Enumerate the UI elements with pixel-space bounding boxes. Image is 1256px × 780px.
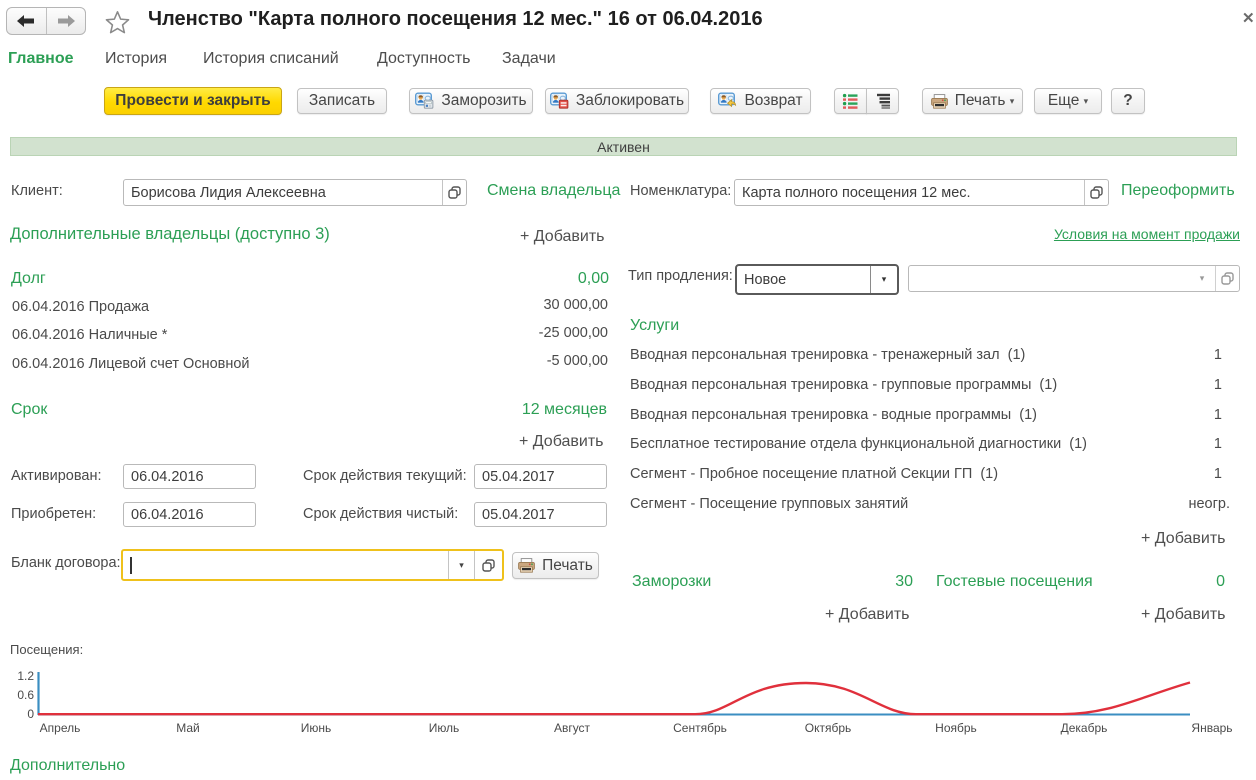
svg-text:0.6: 0.6 xyxy=(17,688,34,702)
svg-text:Сентябрь: Сентябрь xyxy=(673,721,727,735)
svg-text:Апрель: Апрель xyxy=(40,721,81,735)
svg-text:Ноябрь: Ноябрь xyxy=(935,721,977,735)
svg-text:1.2: 1.2 xyxy=(17,669,34,683)
svg-text:Июль: Июль xyxy=(429,721,460,735)
svg-text:Октябрь: Октябрь xyxy=(805,721,852,735)
svg-text:Май: Май xyxy=(176,721,200,735)
svg-text:0: 0 xyxy=(27,707,34,721)
svg-text:Август: Август xyxy=(554,721,591,735)
svg-text:Июнь: Июнь xyxy=(301,721,332,735)
svg-text:Декабрь: Декабрь xyxy=(1061,721,1108,735)
svg-text:Январь: Январь xyxy=(1191,721,1232,735)
